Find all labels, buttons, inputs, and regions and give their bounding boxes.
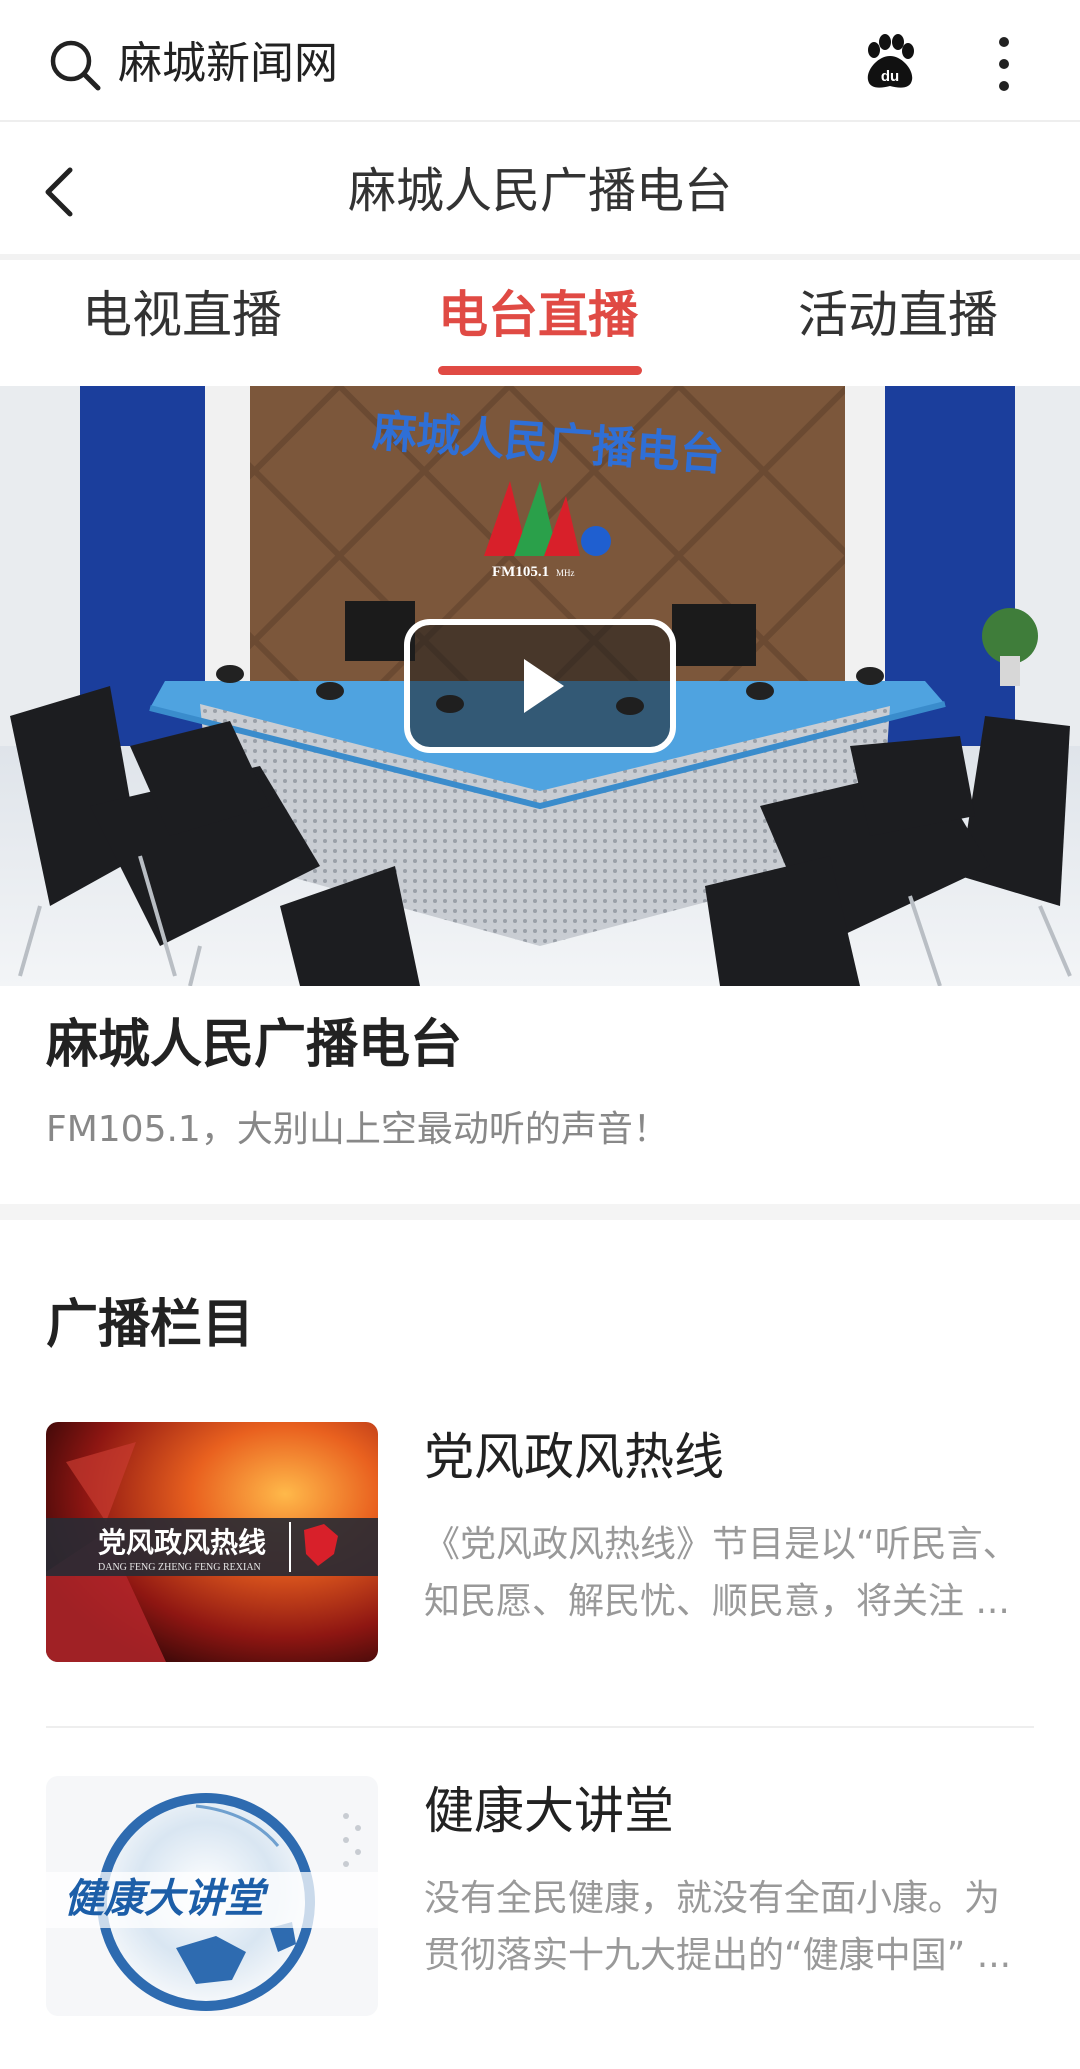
program-thumbnail: 党风政风热线 DANG FENG ZHENG FENG REXIAN bbox=[46, 1422, 378, 1662]
program-description: 《党风政风热线》节目是以“听民言、知民愿、解民忧、顺民意，将关注 ... bbox=[424, 1524, 1019, 1622]
station-name: 麻城人民广播电台 bbox=[46, 1015, 463, 1075]
program-description: 没有全民健康，就没有全面小康。为贯彻落实十九大提出的“健康中国” ... bbox=[424, 1878, 1012, 1976]
logo-unit-text: MHz bbox=[556, 568, 575, 578]
station-description: FM105.1，大别山上空最动听的声音！ bbox=[46, 1109, 669, 1150]
program-thumb-title: 党风政风热线 bbox=[98, 1526, 266, 1559]
top-search-bar: 麻城新闻网 du bbox=[0, 0, 1080, 122]
program-thumb-title: 健康大讲堂 bbox=[64, 1876, 269, 1922]
search-query-text[interactable]: 麻城新闻网 bbox=[118, 34, 338, 94]
section-title: 广播栏目 bbox=[46, 1295, 255, 1355]
program-item[interactable]: 党风政风热线 DANG FENG ZHENG FENG REXIAN 党风政风热… bbox=[46, 1422, 1034, 1682]
program-item[interactable]: 健康大讲堂 健康大讲堂 没有全民健康，就没有全面小康。为贯彻落实十九大提出的“健… bbox=[46, 1776, 1034, 2036]
tab-bar: 电视直播 电台直播 活动直播 bbox=[0, 260, 1080, 388]
tab-event-live[interactable]: 活动直播 bbox=[798, 282, 998, 348]
more-options-icon[interactable] bbox=[992, 34, 1016, 94]
program-thumb-subtitle: DANG FENG ZHENG FENG REXIAN bbox=[98, 1562, 261, 1573]
search-icon[interactable] bbox=[48, 38, 102, 92]
svg-text:du: du bbox=[881, 68, 899, 85]
logo-frequency-text: FM105.1 bbox=[492, 564, 549, 580]
title-bar: 麻城人民广播电台 bbox=[0, 124, 1080, 254]
active-tab-indicator bbox=[438, 366, 642, 375]
program-name[interactable]: 健康大讲堂 bbox=[424, 1776, 674, 1846]
live-video-player[interactable]: 麻城人民广播电台 FM105.1 MHz bbox=[0, 386, 1080, 986]
baidu-paw-icon[interactable]: du bbox=[862, 34, 918, 92]
list-divider bbox=[46, 1726, 1034, 1728]
play-icon bbox=[524, 659, 564, 713]
tab-radio-live[interactable]: 电台直播 bbox=[438, 282, 638, 348]
play-button[interactable] bbox=[404, 619, 676, 753]
page-title: 麻城人民广播电台 bbox=[347, 163, 732, 219]
program-thumbnail: 健康大讲堂 bbox=[46, 1776, 378, 2016]
tab-tv-live[interactable]: 电视直播 bbox=[82, 282, 282, 348]
section-divider bbox=[0, 1204, 1080, 1220]
program-name[interactable]: 党风政风热线 bbox=[424, 1422, 724, 1492]
